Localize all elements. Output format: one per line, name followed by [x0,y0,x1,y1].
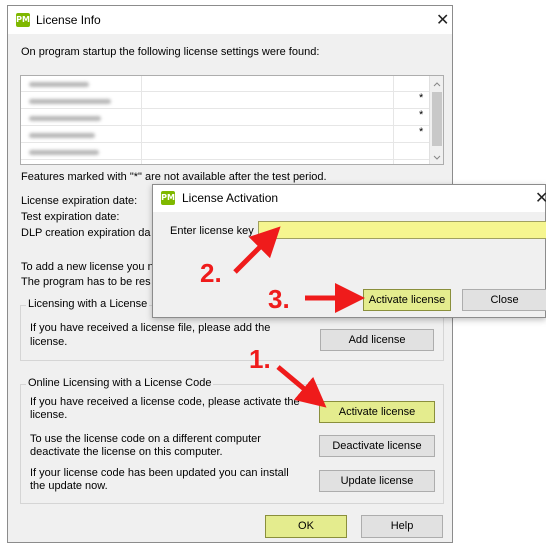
arrow-step2 [233,226,281,274]
step-3-label: 3. [268,284,290,314]
step-1-label: 1. [249,344,271,374]
arrow-step1 [276,365,327,408]
annotation-arrows [233,226,365,408]
step-2-label: 2. [200,258,222,288]
